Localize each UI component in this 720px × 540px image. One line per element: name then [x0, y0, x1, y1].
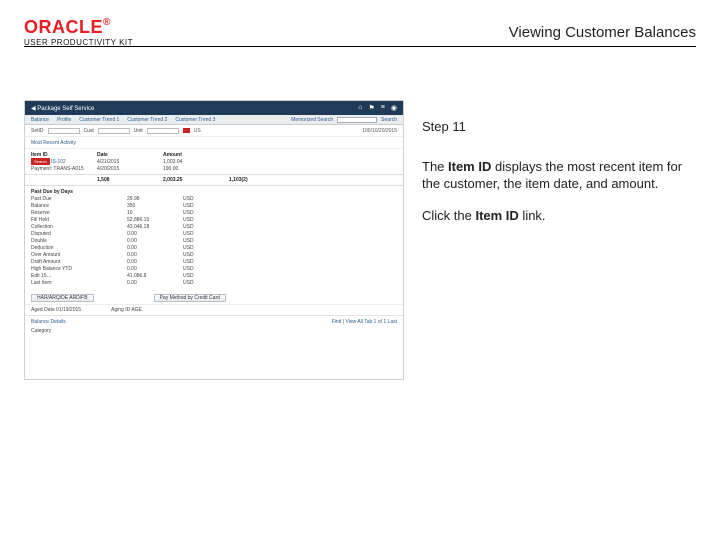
tab-trend1[interactable]: Customer Trend 1: [79, 117, 119, 123]
alert-icon[interactable]: ◉: [391, 104, 397, 112]
instruction-paragraph-1: The Item ID displays the most recent ite…: [422, 158, 696, 193]
aging-id: Aging ID AGE: [111, 307, 142, 313]
table-row: Reserve10USD: [31, 209, 397, 216]
brand-name: ORACLE: [24, 17, 103, 37]
unit-label: Unit: [134, 128, 143, 134]
pay-method-button[interactable]: Pay Method by Credit Card: [154, 294, 226, 302]
home-icon[interactable]: ⌂: [358, 104, 362, 112]
tab-trend3[interactable]: Customer Trend 3: [175, 117, 215, 123]
flag-icon[interactable]: ⚑: [369, 104, 375, 112]
instruction-paragraph-2: Click the Item ID link.: [422, 207, 696, 225]
us-label: US: [194, 128, 201, 134]
table-row: Double0.00USD: [31, 237, 397, 244]
mini-topbar-title: ◀ Package Self Service: [31, 105, 94, 112]
cust-field[interactable]: [98, 128, 130, 134]
balance-header: Past Due by Days: [31, 188, 397, 195]
table-row: Last Item0.00USD: [31, 279, 397, 286]
table-row: Balance350USD: [31, 202, 397, 209]
mini-topbar: ◀ Package Self Service ⌂ ⚑ ≡ ◉: [25, 101, 403, 115]
app-screenshot: ◀ Package Self Service ⌂ ⚑ ≡ ◉ Balance P…: [24, 100, 404, 380]
action-buttons: HAR/ARQ/DE ARD/FB Pay Method by Credit C…: [25, 290, 403, 304]
col-amount: Amount: [163, 152, 223, 158]
table-row: Collection43,046.18USD: [31, 223, 397, 230]
table-row: Payment: TRANS-A015 4/20/2015 190.00: [31, 165, 397, 172]
balance-table: Past Due by Days Past Due29.98USD Balanc…: [25, 186, 403, 290]
table-row: Over Amount0.00USD: [31, 251, 397, 258]
item-table-header: Item ID Date Amount: [31, 151, 397, 158]
table-row: Search IS-102 4/21/2015 1,003.04: [31, 158, 397, 165]
pager[interactable]: Find | View All Tab 1 of 1 Last: [332, 319, 397, 325]
unit-field[interactable]: [147, 128, 179, 134]
aged-date: Aged Date 01/19/2015: [31, 307, 81, 313]
table-row: Edit 15…41,086.8USD: [31, 272, 397, 279]
menu-icon[interactable]: ≡: [381, 104, 385, 112]
tab-balance[interactable]: Balance: [31, 117, 49, 123]
setid-label: SetID: [31, 128, 44, 134]
memorized-search-link[interactable]: Memorized Search: [291, 117, 333, 123]
mini-filter-row: SetID Cust Unit US 100/10/20/2015: [25, 125, 403, 137]
oracle-logo: ORACLE® USER PRODUCTIVITY KIT: [24, 17, 133, 47]
table-row: Deduction0.00USD: [31, 244, 397, 251]
search-button[interactable]: Search: [381, 117, 397, 123]
tab-trend2[interactable]: Customer Trend 2: [127, 117, 167, 123]
mini-tabs: Balance Profile Customer Trend 1 Custome…: [25, 115, 403, 125]
harq-button[interactable]: HAR/ARQ/DE ARD/FB: [31, 294, 94, 302]
table-row: Disputed0.00USD: [31, 230, 397, 237]
us-flag-icon: [183, 128, 190, 133]
item-id-link[interactable]: IS-102: [51, 159, 66, 165]
instruction-panel: Step 11 The Item ID displays the most re…: [422, 100, 696, 516]
setid-field[interactable]: [48, 128, 80, 134]
brand-reg: ®: [103, 17, 111, 28]
col-date: Date: [97, 152, 157, 158]
balance-details-link[interactable]: Balance Details: [31, 319, 66, 325]
header-divider: [24, 46, 696, 47]
cust-label: Cust: [84, 128, 94, 134]
table-row: Past Due29.98USD: [31, 195, 397, 202]
category-label: Category: [31, 326, 397, 334]
col-itemid: Item ID: [31, 152, 91, 158]
item-table: Item ID Date Amount Search IS-102 4/21/2…: [25, 149, 403, 174]
table-row: Draft Amount0.00USD: [31, 258, 397, 265]
table-row: High Balance YTD0.00USD: [31, 265, 397, 272]
page-title: Viewing Customer Balances: [509, 24, 696, 41]
table-row: Fill Held52,886.15USD: [31, 216, 397, 223]
totals-row: 1,508 2,003.25 1,103(2): [25, 174, 403, 186]
date-value: 100/10/20/2015: [362, 128, 397, 134]
search-input[interactable]: [337, 117, 377, 123]
step-label: Step 11: [422, 118, 696, 136]
aging-row: Aged Date 01/19/2015 Aging ID AGE: [25, 304, 403, 315]
search-tag[interactable]: Search: [31, 158, 50, 165]
tab-profile[interactable]: Profile: [57, 117, 71, 123]
mini-footer: Balance Details Find | View All Tab 1 of…: [25, 315, 403, 334]
recent-activity-heading: Most Recent Activity: [25, 137, 403, 149]
